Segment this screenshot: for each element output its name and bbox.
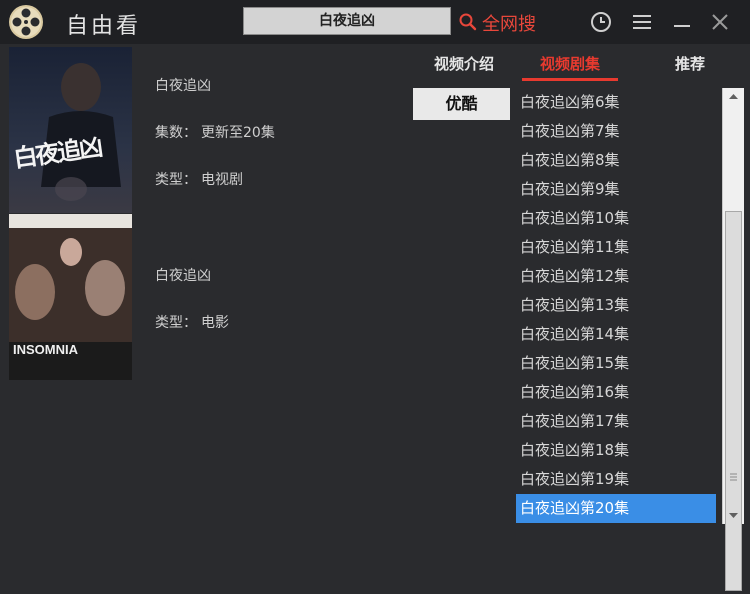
poster-movie[interactable]: INSOMNIA bbox=[9, 214, 132, 380]
episodes-label: 集数： bbox=[155, 125, 197, 141]
tab-episodes[interactable]: 视频剧集 bbox=[522, 50, 618, 81]
episode-item[interactable]: 白夜追凶第14集 bbox=[516, 320, 716, 349]
type-value: 电影 bbox=[201, 315, 229, 331]
episode-item[interactable]: 白夜追凶第12集 bbox=[516, 262, 716, 291]
grip-icon bbox=[730, 473, 737, 481]
episode-item[interactable]: 白夜追凶第15集 bbox=[516, 349, 716, 378]
episode-item[interactable]: 白夜追凶第6集 bbox=[516, 88, 716, 117]
episode-item[interactable]: 白夜追凶第16集 bbox=[516, 378, 716, 407]
episodes-value: 更新至20集 bbox=[201, 125, 275, 141]
type-value: 电视剧 bbox=[201, 172, 243, 188]
scroll-down-icon[interactable] bbox=[723, 506, 744, 524]
episode-count: 集数： 更新至20集 bbox=[155, 122, 275, 142]
film-reel-logo-icon bbox=[9, 5, 43, 39]
result-title[interactable]: 白夜追凶 bbox=[155, 75, 211, 95]
detail-tabs: 视频介绍 视频剧集 推荐 bbox=[412, 50, 746, 81]
episode-item[interactable]: 白夜追凶第8集 bbox=[516, 146, 716, 175]
search-all-button[interactable]: 全网搜 bbox=[482, 10, 536, 36]
episode-list: 白夜追凶第6集 白夜追凶第7集 白夜追凶第8集 白夜追凶第9集 白夜追凶第10集… bbox=[516, 88, 716, 524]
episode-item[interactable]: 白夜追凶第17集 bbox=[516, 407, 716, 436]
search-icon[interactable] bbox=[458, 12, 478, 32]
episode-scrollbar[interactable] bbox=[722, 88, 744, 591]
episode-item[interactable]: 白夜追凶第19集 bbox=[516, 465, 716, 494]
search-input[interactable]: 白夜追凶 bbox=[243, 7, 451, 35]
tab-intro[interactable]: 视频介绍 bbox=[412, 50, 516, 78]
episode-item[interactable]: 白夜追凶第11集 bbox=[516, 233, 716, 262]
menu-icon[interactable] bbox=[630, 10, 654, 34]
scroll-thumb[interactable] bbox=[725, 211, 742, 591]
close-icon[interactable] bbox=[708, 10, 732, 34]
episode-item-selected[interactable]: 白夜追凶第20集 bbox=[516, 494, 716, 523]
result-title[interactable]: 白夜追凶 bbox=[155, 265, 211, 285]
result-type: 类型： 电视剧 bbox=[155, 169, 243, 189]
type-label: 类型： bbox=[155, 172, 197, 188]
source-youku-button[interactable]: 优酷 bbox=[413, 88, 510, 120]
episode-item[interactable]: 白夜追凶第13集 bbox=[516, 291, 716, 320]
minimize-icon[interactable] bbox=[670, 10, 694, 34]
episode-item[interactable]: 白夜追凶第9集 bbox=[516, 175, 716, 204]
history-icon[interactable] bbox=[589, 10, 613, 34]
poster-tv-series[interactable]: 白夜追凶 bbox=[9, 47, 132, 213]
type-label: 类型： bbox=[155, 315, 197, 331]
result-type: 类型： 电影 bbox=[155, 312, 229, 332]
tab-recommend[interactable]: 推荐 bbox=[652, 50, 728, 78]
scroll-up-icon[interactable] bbox=[723, 88, 744, 106]
title-bar: 自由看 白夜追凶 全网搜 bbox=[0, 0, 750, 44]
episode-item[interactable]: 白夜追凶第10集 bbox=[516, 204, 716, 233]
episode-item[interactable]: 白夜追凶第18集 bbox=[516, 436, 716, 465]
app-title: 自由看 bbox=[66, 14, 142, 39]
poster-title-text: INSOMNIA bbox=[13, 342, 78, 357]
episode-item[interactable]: 白夜追凶第7集 bbox=[516, 117, 716, 146]
